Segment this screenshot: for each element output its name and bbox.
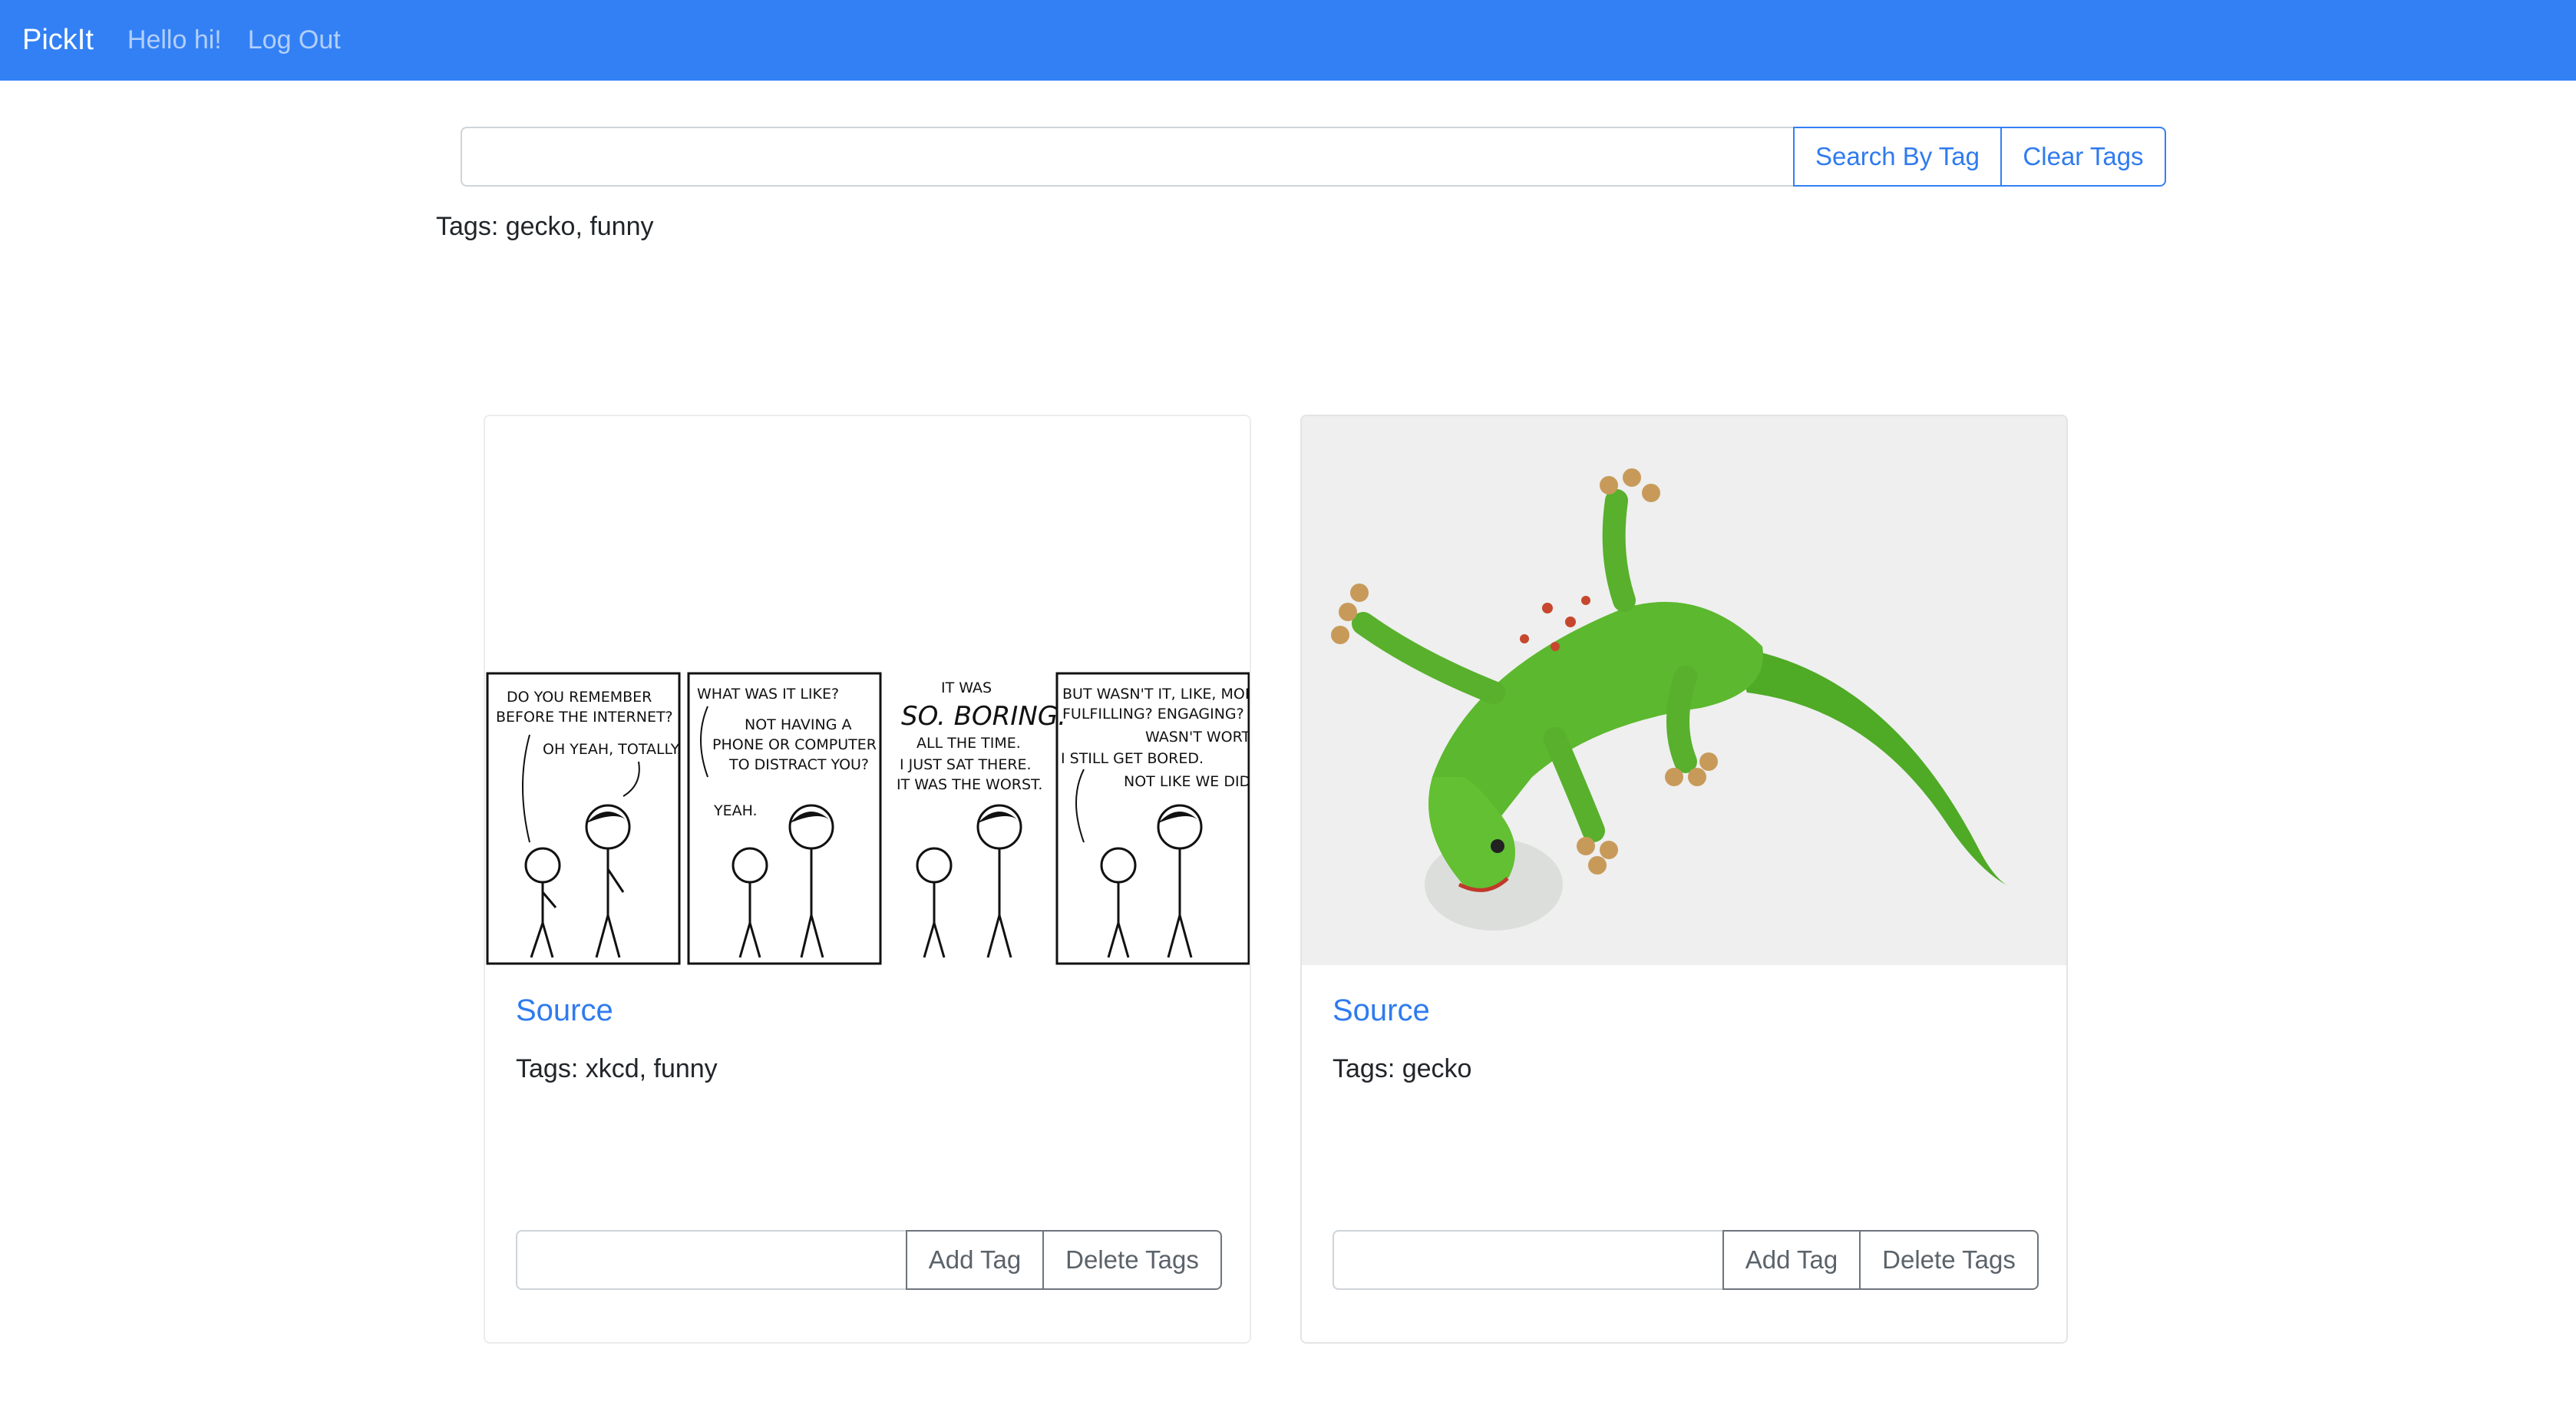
- clear-tags-button[interactable]: Clear Tags: [2002, 127, 2166, 187]
- add-tag-input[interactable]: [1333, 1230, 1722, 1290]
- image-card-xkcd: DO YOU REMEMBER BEFORE THE INTERNET? OH …: [484, 415, 1251, 1344]
- comic-panel4-line4: I STILL GET BORED.: [1061, 750, 1204, 767]
- comic-panel4-line3: WASN'T WORTH IT.: [1145, 729, 1250, 746]
- comic-image: DO YOU REMEMBER BEFORE THE INTERNET? OH …: [485, 416, 1250, 965]
- comic-panel2-line1: WHAT WAS IT LIKE?: [697, 686, 839, 703]
- logout-link[interactable]: Log Out: [248, 25, 341, 55]
- add-tag-button[interactable]: Add Tag: [906, 1230, 1044, 1290]
- card-tags-text: Tags: xkcd, funny: [516, 1054, 718, 1083]
- tag-search-input[interactable]: [461, 127, 1793, 187]
- tag-edit-group: Add Tag Delete Tags: [1333, 1230, 2039, 1290]
- comic-panel3-line3: I JUST SAT THERE.: [900, 756, 1032, 773]
- comic-panel4-line5: NOT LIKE WE DID.: [1124, 773, 1250, 790]
- delete-tags-button[interactable]: Delete Tags: [1861, 1230, 2039, 1290]
- add-tag-button[interactable]: Add Tag: [1722, 1230, 1861, 1290]
- comic-panel1-line1: DO YOU REMEMBER: [507, 689, 652, 706]
- search-by-tag-button[interactable]: Search By Tag: [1793, 127, 2002, 187]
- comic-panel2-line5: YEAH.: [713, 802, 758, 819]
- add-tag-input[interactable]: [516, 1230, 906, 1290]
- greeting-link[interactable]: Hello hi!: [127, 25, 222, 55]
- top-navbar: PickIt Hello hi! Log Out: [0, 0, 2576, 81]
- comic-panel4-line1: BUT WASN'T IT, LIKE, MORE: [1062, 686, 1250, 703]
- comic-panel3-line1: IT WAS: [941, 680, 992, 696]
- comic-panel3-big: SO. BORING.: [901, 701, 1066, 732]
- brand-logo-link[interactable]: PickIt: [22, 24, 94, 57]
- tag-edit-group: Add Tag Delete Tags: [516, 1230, 1222, 1290]
- image-card-gecko: Source Tags: gecko Add Tag Delete Tags: [1300, 415, 2068, 1344]
- comic-panel1-line2: BEFORE THE INTERNET?: [496, 709, 673, 726]
- active-tags-text: Tags: gecko, funny: [436, 212, 654, 241]
- delete-tags-button[interactable]: Delete Tags: [1044, 1230, 1222, 1290]
- tag-search-group: Search By Tag Clear Tags: [461, 127, 2166, 187]
- comic-panel2-line4: TO DISTRACT YOU?: [728, 756, 869, 773]
- comic-panel3-line2: ALL THE TIME.: [916, 735, 1021, 752]
- comic-panel2-line3: PHONE OR COMPUTER: [712, 736, 877, 753]
- comic-panel1-line3: OH YEAH, TOTALLY.: [543, 741, 681, 758]
- xkcd-comic-picture: DO YOU REMEMBER BEFORE THE INTERNET? OH …: [486, 672, 1250, 965]
- gecko-picture: [1331, 468, 2008, 931]
- source-link[interactable]: Source: [1333, 994, 1430, 1028]
- comic-panel4-line2: FULFILLING? ENGAGING?: [1062, 706, 1244, 722]
- comic-panel3-line4: IT WAS THE WORST.: [897, 776, 1042, 793]
- source-link[interactable]: Source: [516, 994, 613, 1028]
- comic-panel2-line2: NOT HAVING A: [745, 716, 851, 733]
- gecko-image: [1302, 416, 2066, 965]
- card-tags-text: Tags: gecko: [1333, 1054, 1472, 1083]
